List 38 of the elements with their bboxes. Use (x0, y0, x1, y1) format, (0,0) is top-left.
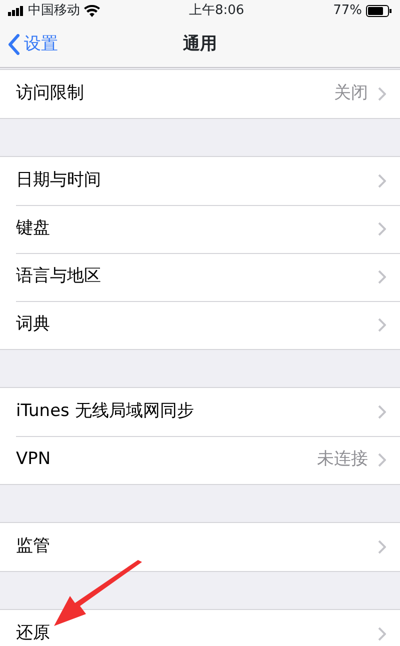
row-label: 日期与时间 (16, 169, 102, 192)
row-label: 词典 (16, 313, 51, 336)
carrier-name: 中国移动 (28, 2, 80, 20)
settings-row[interactable]: 监管 (0, 523, 400, 571)
row-value: 关闭 (334, 82, 368, 106)
row-label: VPN (16, 448, 52, 472)
settings-row[interactable]: 词典 (0, 301, 400, 349)
battery-percent: 77% (333, 2, 362, 20)
settings-row[interactable]: 键盘 (0, 205, 400, 253)
back-chevron-icon (8, 34, 20, 55)
row-label: 监管 (16, 535, 51, 558)
signal-icon (8, 6, 24, 16)
row-label: 访问限制 (16, 82, 85, 106)
chevron-icon (378, 87, 386, 101)
chevron-icon (378, 627, 386, 641)
settings-row[interactable]: iTunes 无线局域网同步 (0, 388, 400, 436)
row-value: 未连接 (317, 448, 368, 472)
settings-row[interactable]: 访问限制 关闭 (0, 70, 400, 118)
settings-row[interactable]: VPN 未连接 (0, 436, 400, 484)
battery-icon (366, 5, 392, 17)
chevron-icon (378, 540, 386, 554)
chevron-icon (378, 174, 386, 188)
clock-time: 上午8:06 (188, 2, 244, 20)
chevron-icon (378, 453, 386, 467)
chevron-icon (378, 318, 386, 332)
chevron-icon (378, 270, 386, 284)
back-button[interactable]: 设置 (0, 32, 58, 58)
settings-row[interactable]: 还原 (0, 610, 400, 646)
wifi-icon (84, 5, 100, 17)
settings-row[interactable]: 日期与时间 (0, 157, 400, 205)
page-title: 通用 (183, 32, 217, 56)
chevron-icon (378, 405, 386, 419)
row-label: 键盘 (16, 217, 51, 240)
row-label: 语言与地区 (16, 265, 102, 288)
settings-row[interactable]: 语言与地区 (0, 253, 400, 301)
row-label: iTunes 无线局域网同步 (16, 400, 195, 424)
chevron-icon (378, 222, 386, 236)
row-label: 还原 (16, 622, 51, 646)
